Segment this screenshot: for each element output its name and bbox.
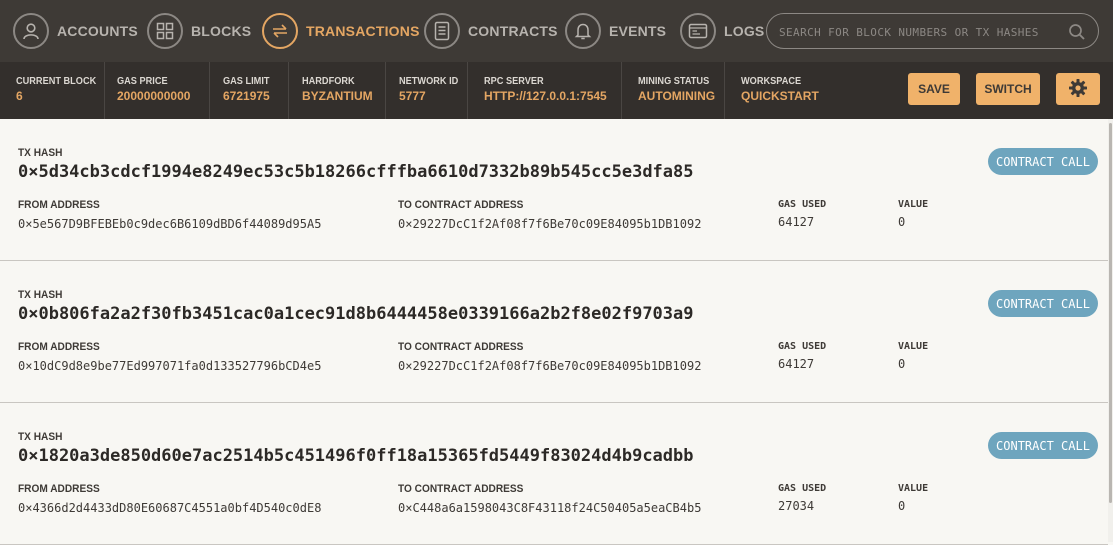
status-bar: CURRENT BLOCK 6 GAS PRICE 20000000000 GA… xyxy=(0,62,1113,119)
search-input[interactable] xyxy=(779,22,1059,42)
scrollbar[interactable] xyxy=(1108,119,1113,542)
workspace-label: WORKSPACE xyxy=(741,76,802,87)
tx-hash-label: TX HASH xyxy=(18,431,63,443)
gas-limit: GAS LIMIT 6721975 xyxy=(223,62,274,119)
user-icon xyxy=(13,13,49,49)
network-id-value: 5777 xyxy=(399,89,426,103)
workspace: WORKSPACE QUICKSTART xyxy=(741,62,819,119)
settings-button[interactable] xyxy=(1056,73,1100,105)
save-button[interactable]: SAVE xyxy=(908,73,960,105)
blocks-icon xyxy=(147,13,183,49)
gas-price-value: 20000000000 xyxy=(117,89,191,103)
divider xyxy=(724,62,725,119)
terminal-icon xyxy=(680,13,716,49)
divider xyxy=(621,62,622,119)
tx-hash-label: TX HASH xyxy=(18,289,63,301)
gas-used-value: 64127 xyxy=(778,357,815,371)
value-label: VALUE xyxy=(898,483,929,494)
contract-call-badge: CONTRACT CALL xyxy=(988,148,1098,175)
hardfork-label: HARDFORK xyxy=(302,76,355,87)
network-id: NETWORK ID 5777 xyxy=(399,62,463,119)
value-label: VALUE xyxy=(898,199,929,210)
tx-hash-value: 0×5d34cb3cdcf1994e8249ec53c5b18266cfffba… xyxy=(18,162,694,182)
nav-events[interactable]: EVENTS xyxy=(565,12,666,50)
hardfork-value: BYZANTIUM xyxy=(302,89,373,103)
mining-status-value: AUTOMINING xyxy=(638,89,716,103)
bell-icon xyxy=(565,13,601,49)
nav-transactions-label: TRANSACTIONS xyxy=(306,23,420,39)
divider xyxy=(104,62,105,119)
nav-accounts-label: ACCOUNTS xyxy=(57,23,138,39)
from-address-label: FROM ADDRESS xyxy=(18,483,100,495)
search-icon[interactable] xyxy=(1068,23,1086,46)
to-contract-address-label: TO CONTRACT ADDRESS xyxy=(398,199,524,211)
gas-used-label: GAS USED xyxy=(778,199,827,210)
divider xyxy=(288,62,289,119)
to-contract-address-value: 0×C448a6a1598043C8F43118f24C50405a5eaCB4… xyxy=(398,501,702,515)
value-value: 0 xyxy=(898,357,906,371)
nav-blocks-label: BLOCKS xyxy=(191,23,252,39)
from-address-value: 0×4366d2d4433dD80E60687C4551a0bf4D540c0d… xyxy=(18,501,322,515)
nav-accounts[interactable]: ACCOUNTS xyxy=(13,12,138,50)
divider xyxy=(467,62,468,119)
gear-icon xyxy=(1068,78,1088,101)
transaction-row[interactable]: TX HASH 0×1820a3de850d60e7ac2514b5c45149… xyxy=(0,403,1108,545)
to-contract-address-label: TO CONTRACT ADDRESS xyxy=(398,483,524,495)
tx-hash-label: TX HASH xyxy=(18,147,63,159)
hardfork: HARDFORK BYZANTIUM xyxy=(302,62,373,119)
transaction-row[interactable]: TX HASH 0×5d34cb3cdcf1994e8249ec53c5b182… xyxy=(0,119,1108,261)
nav-contracts[interactable]: CONTRACTS xyxy=(424,12,558,50)
from-address-value: 0×5e567D9BFEBEb0c9dec6B6109dBD6f44089d95… xyxy=(18,217,322,231)
divider xyxy=(385,62,386,119)
tx-hash-value: 0×0b806fa2a2f30fb3451cac0a1cec91d8b64444… xyxy=(18,304,694,324)
from-address-label: FROM ADDRESS xyxy=(18,199,100,211)
transaction-list: TX HASH 0×5d34cb3cdcf1994e8249ec53c5b182… xyxy=(0,119,1108,545)
gas-price-label: GAS PRICE xyxy=(117,76,168,87)
gas-price: GAS PRICE 20000000000 xyxy=(117,62,190,119)
gas-limit-label: GAS LIMIT xyxy=(223,76,270,87)
current-block-label: CURRENT BLOCK xyxy=(16,76,97,87)
contract-call-badge: CONTRACT CALL xyxy=(988,290,1098,317)
nav-blocks[interactable]: BLOCKS xyxy=(147,12,251,50)
scrollbar-thumb[interactable] xyxy=(1109,123,1112,503)
nav-logs[interactable]: LOGS xyxy=(680,12,764,50)
workspace-value: QUICKSTART xyxy=(741,89,819,103)
value-value: 0 xyxy=(898,215,906,229)
contract-call-badge: CONTRACT CALL xyxy=(988,432,1098,459)
value-label: VALUE xyxy=(898,341,929,352)
to-contract-address-value: 0×29227DcC1f2Af08f7f6Be70c09E84095b1DB10… xyxy=(398,217,702,231)
search-box xyxy=(766,13,1099,49)
nav-contracts-label: CONTRACTS xyxy=(468,23,558,39)
to-contract-address-label: TO CONTRACT ADDRESS xyxy=(398,341,524,353)
network-id-label: NETWORK ID xyxy=(399,76,459,87)
divider xyxy=(209,62,210,119)
mining-status: MINING STATUS AUTOMINING xyxy=(638,62,715,119)
value-value: 0 xyxy=(898,499,906,513)
to-contract-address-value: 0×29227DcC1f2Af08f7f6Be70c09E84095b1DB10… xyxy=(398,359,702,373)
switch-button[interactable]: SWITCH xyxy=(976,73,1040,105)
current-block: CURRENT BLOCK 6 xyxy=(16,62,103,119)
gas-used-value: 27034 xyxy=(778,499,815,513)
transaction-row[interactable]: TX HASH 0×0b806fa2a2f30fb3451cac0a1cec91… xyxy=(0,261,1108,403)
rpc-server-value: HTTP://127.0.0.1:7545 xyxy=(484,89,607,103)
gas-limit-value: 6721975 xyxy=(223,89,270,103)
mining-status-label: MINING STATUS xyxy=(638,76,710,87)
top-navigation: ACCOUNTS BLOCKS TRANSACTIONS CONTRACTS E… xyxy=(0,0,1113,62)
transfer-icon xyxy=(262,13,298,49)
from-address-label: FROM ADDRESS xyxy=(18,341,100,353)
tx-hash-value: 0×1820a3de850d60e7ac2514b5c451496f0ff18a… xyxy=(18,446,694,466)
rpc-server: RPC SERVER HTTP://127.0.0.1:7545 xyxy=(484,62,607,119)
gas-used-label: GAS USED xyxy=(778,483,827,494)
gas-used-label: GAS USED xyxy=(778,341,827,352)
rpc-server-label: RPC SERVER xyxy=(484,76,544,87)
nav-events-label: EVENTS xyxy=(609,23,667,39)
from-address-value: 0×10dC9d8e9be77Ed997071fa0d133527796bCD4… xyxy=(18,359,322,373)
nav-logs-label: LOGS xyxy=(724,23,765,39)
gas-used-value: 64127 xyxy=(778,215,815,229)
document-icon xyxy=(424,13,460,49)
nav-transactions[interactable]: TRANSACTIONS xyxy=(262,12,420,50)
current-block-value: 6 xyxy=(16,89,23,103)
